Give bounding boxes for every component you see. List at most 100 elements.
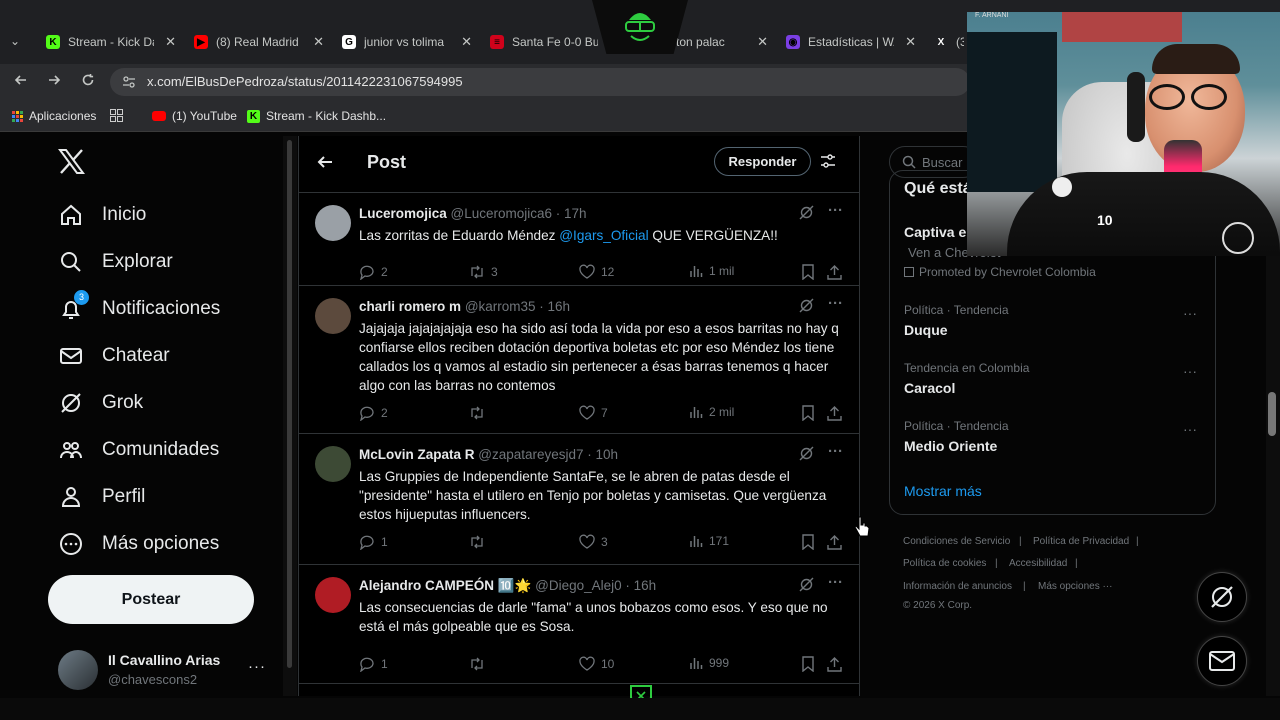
reload-icon[interactable] [81,73,95,87]
tweet-author[interactable]: charli romero m @karrom35 · 16h [359,299,570,314]
views-action[interactable]: 1 mil [689,264,734,278]
trend-more-icon[interactable]: ··· [1183,421,1197,437]
browser-tab[interactable]: ◉ Estadísticas | WA ✕ [786,28,916,56]
post-button[interactable]: Postear [48,575,254,624]
tab-list-chevron-icon[interactable]: ⌄ [10,34,20,48]
author-name[interactable]: Luceromojica [359,206,447,221]
tweet-avatar[interactable] [315,205,351,241]
reply-action[interactable]: 2 [359,264,388,280]
footer-privacy[interactable]: Política de Privacidad [1033,536,1129,547]
tweet-avatar[interactable] [315,298,351,334]
browser-tab[interactable]: ▶ (8) Real Madrid v ✕ [194,28,324,56]
back-icon[interactable] [14,73,28,87]
tab-close-icon[interactable]: ✕ [165,34,176,50]
like-action[interactable]: 3 [579,534,608,550]
trend-name[interactable]: Medio Oriente [904,438,997,454]
browser-tab[interactable]: Gjunior vs tolima ✕ [342,28,472,56]
retweet-action[interactable] [469,534,491,550]
tab-close-icon[interactable]: ✕ [461,34,472,50]
retweet-action[interactable] [469,656,491,672]
tab-close-icon[interactable]: ✕ [757,34,768,50]
site-info-icon[interactable] [121,74,137,90]
grok-icon[interactable] [799,446,814,461]
nav-item-chatear[interactable]: Chatear [58,343,170,369]
tweet-author[interactable]: Luceromojica @Luceromojica6 · 17h [359,206,587,221]
reply-tweet[interactable]: charli romero m @karrom35 · 16h ··· Jajaja… [299,286,859,434]
retweet-action[interactable] [469,405,491,421]
page-scrollbar-thumb[interactable] [1268,392,1276,436]
footer-more-options[interactable]: Más opciones ··· [1038,581,1112,592]
reply-tweet[interactable]: McLovin Zapata R @zapatareyesjd7 · 10h ··… [299,434,859,565]
nav-item-comunidades[interactable]: Comunidades [58,437,219,463]
back-arrow-icon[interactable] [317,154,333,170]
account-menu-icon[interactable]: ··· [248,658,266,675]
footer-ads-info[interactable]: Información de anuncios [903,581,1012,592]
reply-action[interactable]: 1 [359,534,388,550]
nav-item-grok[interactable]: Grok [58,390,143,416]
reply-action[interactable]: 1 [359,656,388,672]
user-name[interactable]: Il Cavallino Arias [108,652,220,668]
forward-icon[interactable] [47,73,61,87]
like-action[interactable]: 7 [579,405,608,421]
more-options-icon[interactable]: ··· [828,444,843,461]
browser-tab[interactable]: ≡Santa Fe 0-0 Bu✕ [490,28,620,56]
grok-icon[interactable] [799,205,814,220]
trend-name[interactable]: Duque [904,322,948,338]
footer-cookies[interactable]: Política de cookies [903,558,986,569]
left-scrollbar[interactable] [287,140,292,668]
messages-fab[interactable] [1197,636,1247,686]
filter-sliders-icon[interactable] [820,153,836,169]
reply-tweet[interactable]: Laura Marianne @jimenezlaum · 4h··· [299,684,859,696]
bookmark-action[interactable] [801,405,815,421]
bookmark-youtube[interactable]: (1) YouTube [152,109,237,123]
browser-tab[interactable]: X (3 [934,28,964,56]
trend-more-icon[interactable]: ··· [1183,363,1197,379]
tweet-author[interactable]: McLovin Zapata R @zapatareyesjd7 · 10h [359,447,618,462]
like-action[interactable]: 10 [579,656,614,672]
user-avatar[interactable] [58,650,98,690]
tab-close-icon[interactable]: ✕ [313,34,324,50]
promo-title[interactable]: Captiva el [904,224,970,240]
nav-item-explorar[interactable]: Explorar [58,249,173,275]
tweet-avatar[interactable] [315,446,351,482]
tab-groups-icon[interactable] [110,109,123,122]
tab-close-icon[interactable]: ✕ [905,34,916,50]
grok-fab[interactable] [1197,572,1247,622]
views-action[interactable]: 999 [689,656,729,670]
more-options-icon[interactable]: ··· [828,575,843,592]
author-name[interactable]: charli romero m [359,299,461,314]
nav-item-mas-opciones[interactable]: Más opciones [58,531,219,557]
bookmark-apps[interactable]: Aplicaciones [12,109,96,123]
grok-icon[interactable] [799,577,814,592]
grok-icon[interactable] [799,298,814,313]
bookmark-action[interactable] [801,534,815,550]
more-options-icon[interactable]: ··· [828,296,843,313]
tweet-avatar[interactable] [315,577,351,613]
browser-tab[interactable]: K Stream - Kick Da ✕ [46,28,176,56]
nav-item-inicio[interactable]: Inicio [58,202,146,228]
bookmark-kick[interactable]: K Stream - Kick Dashb... [247,109,386,123]
share-action[interactable] [827,534,842,550]
share-action[interactable] [827,656,842,672]
bookmark-action[interactable] [801,264,815,280]
mention-link[interactable]: @Igars_Oficial [559,228,648,243]
reply-tweet[interactable]: Luceromojica @Luceromojica6 · 17h ··· Las … [299,193,859,286]
nav-item-notificaciones[interactable]: 3 Notificaciones [58,290,220,322]
like-action[interactable]: 12 [579,264,614,280]
views-action[interactable]: 2 mil [689,405,734,419]
footer-accessibility[interactable]: Accesibilidad [1009,558,1067,569]
reply-action[interactable]: 2 [359,405,388,421]
footer-terms[interactable]: Condiciones de Servicio [903,536,1010,547]
x-logo-icon[interactable] [58,149,85,174]
reply-button[interactable]: Responder [714,147,811,176]
share-action[interactable] [827,264,842,280]
share-action[interactable] [827,405,842,421]
author-name[interactable]: McLovin Zapata R [359,447,475,462]
author-name[interactable]: Alejandro CAMPEÓN 🔟🌟 [359,578,531,593]
nav-item-perfil[interactable]: Perfil [58,484,145,510]
retweet-action[interactable]: 3 [469,264,498,280]
more-options-icon[interactable]: ··· [828,203,843,220]
views-action[interactable]: 171 [689,534,729,548]
tweet-author[interactable]: Alejandro CAMPEÓN 🔟🌟 @Diego_Alej0 · 16h [359,578,656,594]
trend-name[interactable]: Caracol [904,380,955,396]
